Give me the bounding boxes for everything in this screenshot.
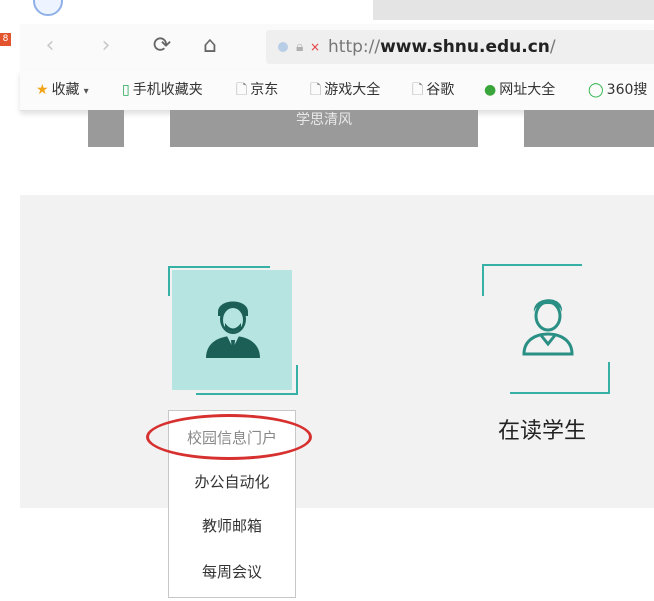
bookmark-favorites[interactable]: ★ 收藏 ▾ (36, 80, 89, 100)
back-button[interactable]: ‹ (36, 32, 64, 60)
phone-icon: ▯ (122, 82, 130, 98)
student-avatar-icon (522, 299, 574, 356)
corner-bracket (196, 365, 298, 395)
document-icon: 🗋︎ (412, 82, 424, 98)
banner-text: 学思清风 (296, 112, 352, 128)
dropdown-caret-icon: ▾ (83, 86, 89, 97)
star-icon: ★ (36, 82, 49, 98)
address-bar[interactable]: 🔒︎ × http://www.shnu.edu.cn/ (266, 30, 654, 64)
forward-button[interactable]: › (92, 32, 120, 60)
banner-block (524, 110, 654, 147)
site-icon (278, 42, 288, 52)
corner-bracket (510, 362, 610, 394)
ring-icon: ◯ (588, 82, 604, 98)
bookmark-site-directory[interactable]: ● 网址大全 (484, 80, 555, 100)
banner-block (88, 110, 124, 147)
menu-item-teacher-mail[interactable]: 教师邮箱 (169, 515, 295, 537)
tab-bar[interactable] (373, 0, 654, 20)
bookmarks-bar: ★ 收藏 ▾ ▯ 手机收藏夹 🗋︎ 京东 🗋︎ 游戏大全 🗋︎ 谷歌 ● 网址大全 ◯ 360搜 (20, 70, 654, 111)
url-text: http://www.shnu.edu.cn/ (328, 37, 556, 57)
menu-item-office-automation[interactable]: 办公自动化 (169, 471, 295, 493)
lock-icon: 🔒︎ (296, 39, 304, 55)
navigation-bar: ‹ › ⟳ ⌂ 🔒︎ × http://www.shnu.edu.cn/ (20, 24, 654, 70)
menu-item-weekly-meeting[interactable]: 每周会议 (169, 561, 295, 583)
reload-button[interactable]: ⟳ (148, 32, 176, 60)
student-label: 在读学生 (498, 419, 587, 444)
bookmark-360-search[interactable]: ◯ 360搜 (588, 80, 647, 100)
insecure-mark-icon: × (310, 40, 321, 54)
tab-strip (0, 0, 654, 24)
teacher-avatar-icon (206, 301, 260, 358)
side-marker-icon: 8 (0, 33, 11, 46)
document-icon: 🗋︎ (236, 82, 248, 98)
bookmark-jd[interactable]: 🗋︎ 京东 (236, 80, 278, 100)
bookmark-games[interactable]: 🗋︎ 游戏大全 (310, 80, 380, 100)
bookmark-google[interactable]: 🗋︎ 谷歌 (412, 80, 454, 100)
tab-favicon-icon[interactable] (33, 0, 63, 16)
globe-icon: ● (484, 82, 497, 98)
annotation-circle (146, 414, 312, 460)
document-icon: 🗋︎ (310, 82, 322, 98)
home-button[interactable]: ⌂ (196, 32, 224, 60)
bookmark-mobile-favorites[interactable]: ▯ 手机收藏夹 (122, 80, 203, 100)
